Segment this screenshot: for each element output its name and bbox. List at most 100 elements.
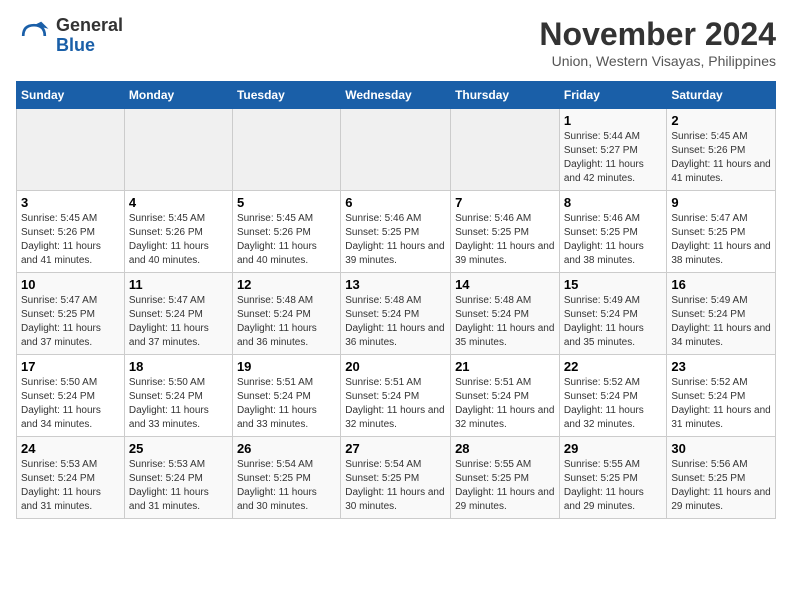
calendar-cell: 27 Sunrise: 5:54 AM Sunset: 5:25 PM Dayli… [341,437,451,519]
day-info: Sunrise: 5:56 AM Sunset: 5:25 PM Dayligh… [671,458,771,514]
calendar-cell [341,109,451,191]
calendar-cell: 28 Sunrise: 5:55 AM Sunset: 5:25 PM Dayli… [451,437,560,519]
day-info: Sunrise: 5:48 AM Sunset: 5:24 PM Dayligh… [455,294,555,350]
day-number: 6 [345,195,446,210]
day-number: 26 [237,441,336,456]
day-info: Sunrise: 5:54 AM Sunset: 5:25 PM Dayligh… [237,458,336,514]
calendar-cell: 30Sunrise: 5:56 AM Sunset: 5:25 PM Dayli… [667,437,776,519]
calendar-cell: 11 Sunrise: 5:47 AM Sunset: 5:24 PM Dayli… [124,273,232,355]
calendar-cell: 24 Sunrise: 5:53 AM Sunset: 5:24 PM Dayli… [17,437,125,519]
day-info: Sunrise: 5:48 AM Sunset: 5:24 PM Dayligh… [345,294,446,350]
day-number: 23 [671,359,771,374]
day-number: 25 [129,441,228,456]
month-year: November 2024 [539,16,776,53]
calendar-cell: 21 Sunrise: 5:51 AM Sunset: 5:24 PM Dayli… [451,355,560,437]
day-number: 14 [455,277,555,292]
day-number: 11 [129,277,228,292]
calendar-cell: 22 Sunrise: 5:52 AM Sunset: 5:24 PM Dayli… [559,355,667,437]
day-info: Sunrise: 5:51 AM Sunset: 5:24 PM Dayligh… [237,376,336,432]
day-info: Sunrise: 5:54 AM Sunset: 5:25 PM Dayligh… [345,458,446,514]
calendar-cell: 10 Sunrise: 5:47 AM Sunset: 5:25 PM Dayli… [17,273,125,355]
day-info: Sunrise: 5:48 AM Sunset: 5:24 PM Dayligh… [237,294,336,350]
day-info: Sunrise: 5:45 AM Sunset: 5:26 PM Dayligh… [237,212,336,268]
day-number: 27 [345,441,446,456]
day-number: 20 [345,359,446,374]
day-number: 12 [237,277,336,292]
day-info: Sunrise: 5:45 AM Sunset: 5:26 PM Dayligh… [671,130,771,186]
calendar-cell: 19 Sunrise: 5:51 AM Sunset: 5:24 PM Dayli… [232,355,340,437]
day-info: Sunrise: 5:47 AM Sunset: 5:25 PM Dayligh… [671,212,771,268]
day-number: 18 [129,359,228,374]
calendar-table: SundayMondayTuesdayWednesdayThursdayFrid… [16,81,776,519]
day-info: Sunrise: 5:51 AM Sunset: 5:24 PM Dayligh… [455,376,555,432]
calendar-week-1: 3 Sunrise: 5:45 AM Sunset: 5:26 PM Daylig… [17,191,776,273]
title-section: November 2024 Union, Western Visayas, Ph… [539,16,776,69]
day-info: Sunrise: 5:46 AM Sunset: 5:25 PM Dayligh… [564,212,663,268]
day-number: 22 [564,359,663,374]
day-number: 28 [455,441,555,456]
calendar-cell: 26 Sunrise: 5:54 AM Sunset: 5:25 PM Dayli… [232,437,340,519]
calendar-cell: 3Sunrise: 5:45 AM Sunset: 5:26 PM Daylig… [17,191,125,273]
day-number: 21 [455,359,555,374]
day-number: 5 [237,195,336,210]
day-number: 1 [564,113,663,128]
location: Union, Western Visayas, Philippines [539,53,776,69]
weekday-header-wednesday: Wednesday [341,82,451,109]
day-info: Sunrise: 5:55 AM Sunset: 5:25 PM Dayligh… [455,458,555,514]
day-info: Sunrise: 5:47 AM Sunset: 5:24 PM Dayligh… [129,294,228,350]
day-number: 15 [564,277,663,292]
day-info: Sunrise: 5:55 AM Sunset: 5:25 PM Dayligh… [564,458,663,514]
weekday-header-thursday: Thursday [451,82,560,109]
calendar-cell: 12 Sunrise: 5:48 AM Sunset: 5:24 PM Dayli… [232,273,340,355]
day-number: 10 [21,277,120,292]
weekday-header-saturday: Saturday [667,82,776,109]
calendar-cell: 8Sunrise: 5:46 AM Sunset: 5:25 PM Daylig… [559,191,667,273]
weekday-header-monday: Monday [124,82,232,109]
day-info: Sunrise: 5:47 AM Sunset: 5:25 PM Dayligh… [21,294,120,350]
logo-blue: Blue [56,35,95,55]
calendar-cell: 9 Sunrise: 5:47 AM Sunset: 5:25 PM Daylig… [667,191,776,273]
calendar-week-3: 17 Sunrise: 5:50 AM Sunset: 5:24 PM Dayli… [17,355,776,437]
day-info: Sunrise: 5:52 AM Sunset: 5:24 PM Dayligh… [671,376,771,432]
day-number: 7 [455,195,555,210]
logo: General Blue [16,16,123,56]
day-info: Sunrise: 5:49 AM Sunset: 5:24 PM Dayligh… [671,294,771,350]
day-number: 24 [21,441,120,456]
day-info: Sunrise: 5:44 AM Sunset: 5:27 PM Dayligh… [564,130,663,186]
calendar-cell: 25 Sunrise: 5:53 AM Sunset: 5:24 PM Dayli… [124,437,232,519]
day-info: Sunrise: 5:49 AM Sunset: 5:24 PM Dayligh… [564,294,663,350]
day-number: 2 [671,113,771,128]
day-info: Sunrise: 5:50 AM Sunset: 5:24 PM Dayligh… [129,376,228,432]
calendar-cell: 1 Sunrise: 5:44 AM Sunset: 5:27 PM Daylig… [559,109,667,191]
day-number: 17 [21,359,120,374]
day-info: Sunrise: 5:50 AM Sunset: 5:24 PM Dayligh… [21,376,120,432]
calendar-cell [232,109,340,191]
calendar-cell: 5 Sunrise: 5:45 AM Sunset: 5:26 PM Daylig… [232,191,340,273]
calendar-week-2: 10 Sunrise: 5:47 AM Sunset: 5:25 PM Dayli… [17,273,776,355]
header-row: SundayMondayTuesdayWednesdayThursdayFrid… [17,82,776,109]
calendar-cell: 2 Sunrise: 5:45 AM Sunset: 5:26 PM Daylig… [667,109,776,191]
calendar-week-0: 1 Sunrise: 5:44 AM Sunset: 5:27 PM Daylig… [17,109,776,191]
calendar-week-4: 24 Sunrise: 5:53 AM Sunset: 5:24 PM Dayli… [17,437,776,519]
calendar-header: SundayMondayTuesdayWednesdayThursdayFrid… [17,82,776,109]
calendar-cell: 15 Sunrise: 5:49 AM Sunset: 5:24 PM Dayli… [559,273,667,355]
calendar-body: 1 Sunrise: 5:44 AM Sunset: 5:27 PM Daylig… [17,109,776,519]
calendar-cell: 6 Sunrise: 5:46 AM Sunset: 5:25 PM Daylig… [341,191,451,273]
logo-general: General [56,15,123,35]
day-info: Sunrise: 5:52 AM Sunset: 5:24 PM Dayligh… [564,376,663,432]
calendar-cell: 14 Sunrise: 5:48 AM Sunset: 5:24 PM Dayli… [451,273,560,355]
weekday-header-sunday: Sunday [17,82,125,109]
day-number: 19 [237,359,336,374]
day-info: Sunrise: 5:53 AM Sunset: 5:24 PM Dayligh… [21,458,120,514]
day-info: Sunrise: 5:46 AM Sunset: 5:25 PM Dayligh… [345,212,446,268]
day-number: 9 [671,195,771,210]
calendar-cell [124,109,232,191]
header: General Blue November 2024 Union, Wester… [16,16,776,69]
calendar-cell: 23 Sunrise: 5:52 AM Sunset: 5:24 PM Dayli… [667,355,776,437]
day-number: 4 [129,195,228,210]
day-info: Sunrise: 5:46 AM Sunset: 5:25 PM Dayligh… [455,212,555,268]
calendar-cell: 29Sunrise: 5:55 AM Sunset: 5:25 PM Dayli… [559,437,667,519]
day-info: Sunrise: 5:53 AM Sunset: 5:24 PM Dayligh… [129,458,228,514]
day-number: 16 [671,277,771,292]
day-number: 3 [21,195,120,210]
